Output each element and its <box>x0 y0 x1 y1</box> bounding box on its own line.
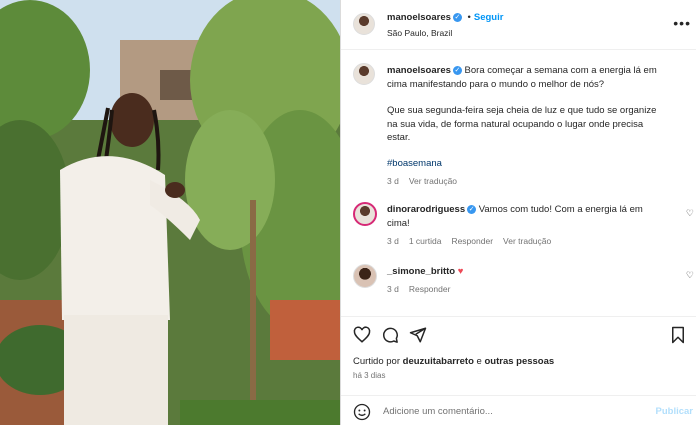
like-comment-heart-icon[interactable]: ♡ <box>686 270 694 281</box>
dot-separator: • <box>467 12 471 23</box>
caption-line: cima manifestando para o mundo o melhor … <box>387 78 605 90</box>
location[interactable]: São Paulo, Brazil <box>387 28 452 38</box>
liked-user[interactable]: deuzuitabarreto <box>403 356 474 367</box>
see-translation-link[interactable]: Ver tradução <box>503 236 551 246</box>
liked-and: e <box>476 356 482 367</box>
commenter-username[interactable]: _simone_britto <box>387 266 455 277</box>
caption-line: na sua vida, de forma natural ocupando o… <box>387 118 644 130</box>
caption-paragraph: Que sua segunda-feira seja cheia de luz … <box>387 104 692 145</box>
more-options-icon[interactable]: ••• <box>673 15 691 31</box>
caption-line: Que sua segunda-feira seja cheia de luz … <box>387 105 657 116</box>
liked-others[interactable]: outras pessoas <box>484 356 554 367</box>
comment-text: _simone_britto ♥ <box>387 265 463 279</box>
post-date[interactable]: há 3 dias <box>353 371 385 380</box>
post-actions: Curtido por deuzuitabarreto e outras pes… <box>341 316 696 425</box>
verified-icon: ✓ <box>452 65 462 75</box>
comment-likes[interactable]: 1 curtida <box>409 236 442 246</box>
liked-by: Curtido por deuzuitabarreto e outras pes… <box>353 356 554 367</box>
comment-line: cima! <box>387 217 410 229</box>
like-comment-heart-icon[interactable]: ♡ <box>686 208 694 219</box>
comment-bar: Adicione um comentário... Publicar <box>341 395 696 425</box>
commenter-avatar[interactable] <box>353 264 377 288</box>
reply-button[interactable]: Responder <box>409 284 451 294</box>
author-avatar[interactable] <box>353 13 375 35</box>
save-bookmark-icon[interactable] <box>669 326 687 344</box>
comment-time: 3 d <box>387 236 399 246</box>
photo-illustration <box>0 0 340 425</box>
caption-avatar[interactable] <box>353 63 375 85</box>
comment-meta: 3 d Responder <box>387 284 460 294</box>
caption-meta: 3 d Ver tradução <box>387 176 467 186</box>
caption-line: estar. <box>387 132 411 143</box>
post-sidebar: manoelsoares ✓ • Seguir São Paulo, Brazil … <box>340 0 696 425</box>
commenter-username[interactable]: dinorarodriguess <box>387 204 465 215</box>
caption-line: Bora começar a semana com a energia lá e… <box>464 65 657 76</box>
post-header: manoelsoares ✓ • Seguir São Paulo, Brazil … <box>341 0 696 50</box>
verified-icon: ✓ <box>452 12 462 22</box>
comment-bubble-icon[interactable] <box>381 326 399 344</box>
verified-icon: ✓ <box>467 204 477 214</box>
author-username[interactable]: manoelsoares <box>387 12 451 23</box>
caption-username[interactable]: manoelsoares <box>387 65 451 76</box>
hashtag-link[interactable]: #boasemana <box>387 157 442 171</box>
post-photo[interactable] <box>0 0 340 425</box>
liked-prefix: Curtido por <box>353 356 400 367</box>
reply-button[interactable]: Responder <box>451 236 493 246</box>
emoji-smiley-icon[interactable] <box>353 403 371 421</box>
comment-meta: 3 d 1 curtida Responder Ver tradução <box>387 236 561 246</box>
see-translation-link[interactable]: Ver tradução <box>409 176 457 186</box>
comment-input[interactable]: Adicione um comentário... <box>383 406 493 417</box>
comment-text: dinorarodriguess ✓ Vamos com tudo! Com a … <box>387 203 677 230</box>
caption-text: manoelsoares ✓ Bora começar a semana com … <box>387 64 692 91</box>
like-heart-icon[interactable] <box>353 326 371 344</box>
author-line: manoelsoares ✓ • Seguir <box>387 12 503 23</box>
share-send-icon[interactable] <box>409 326 427 344</box>
comment-time: 3 d <box>387 284 399 294</box>
comment-line: Vamos com tudo! Com a energia lá em <box>478 204 643 215</box>
red-heart-emoji: ♥ <box>457 266 464 277</box>
follow-button[interactable]: Seguir <box>474 12 504 23</box>
caption-time: 3 d <box>387 176 399 186</box>
publish-button[interactable]: Publicar <box>656 406 694 417</box>
commenter-avatar[interactable] <box>353 202 377 226</box>
